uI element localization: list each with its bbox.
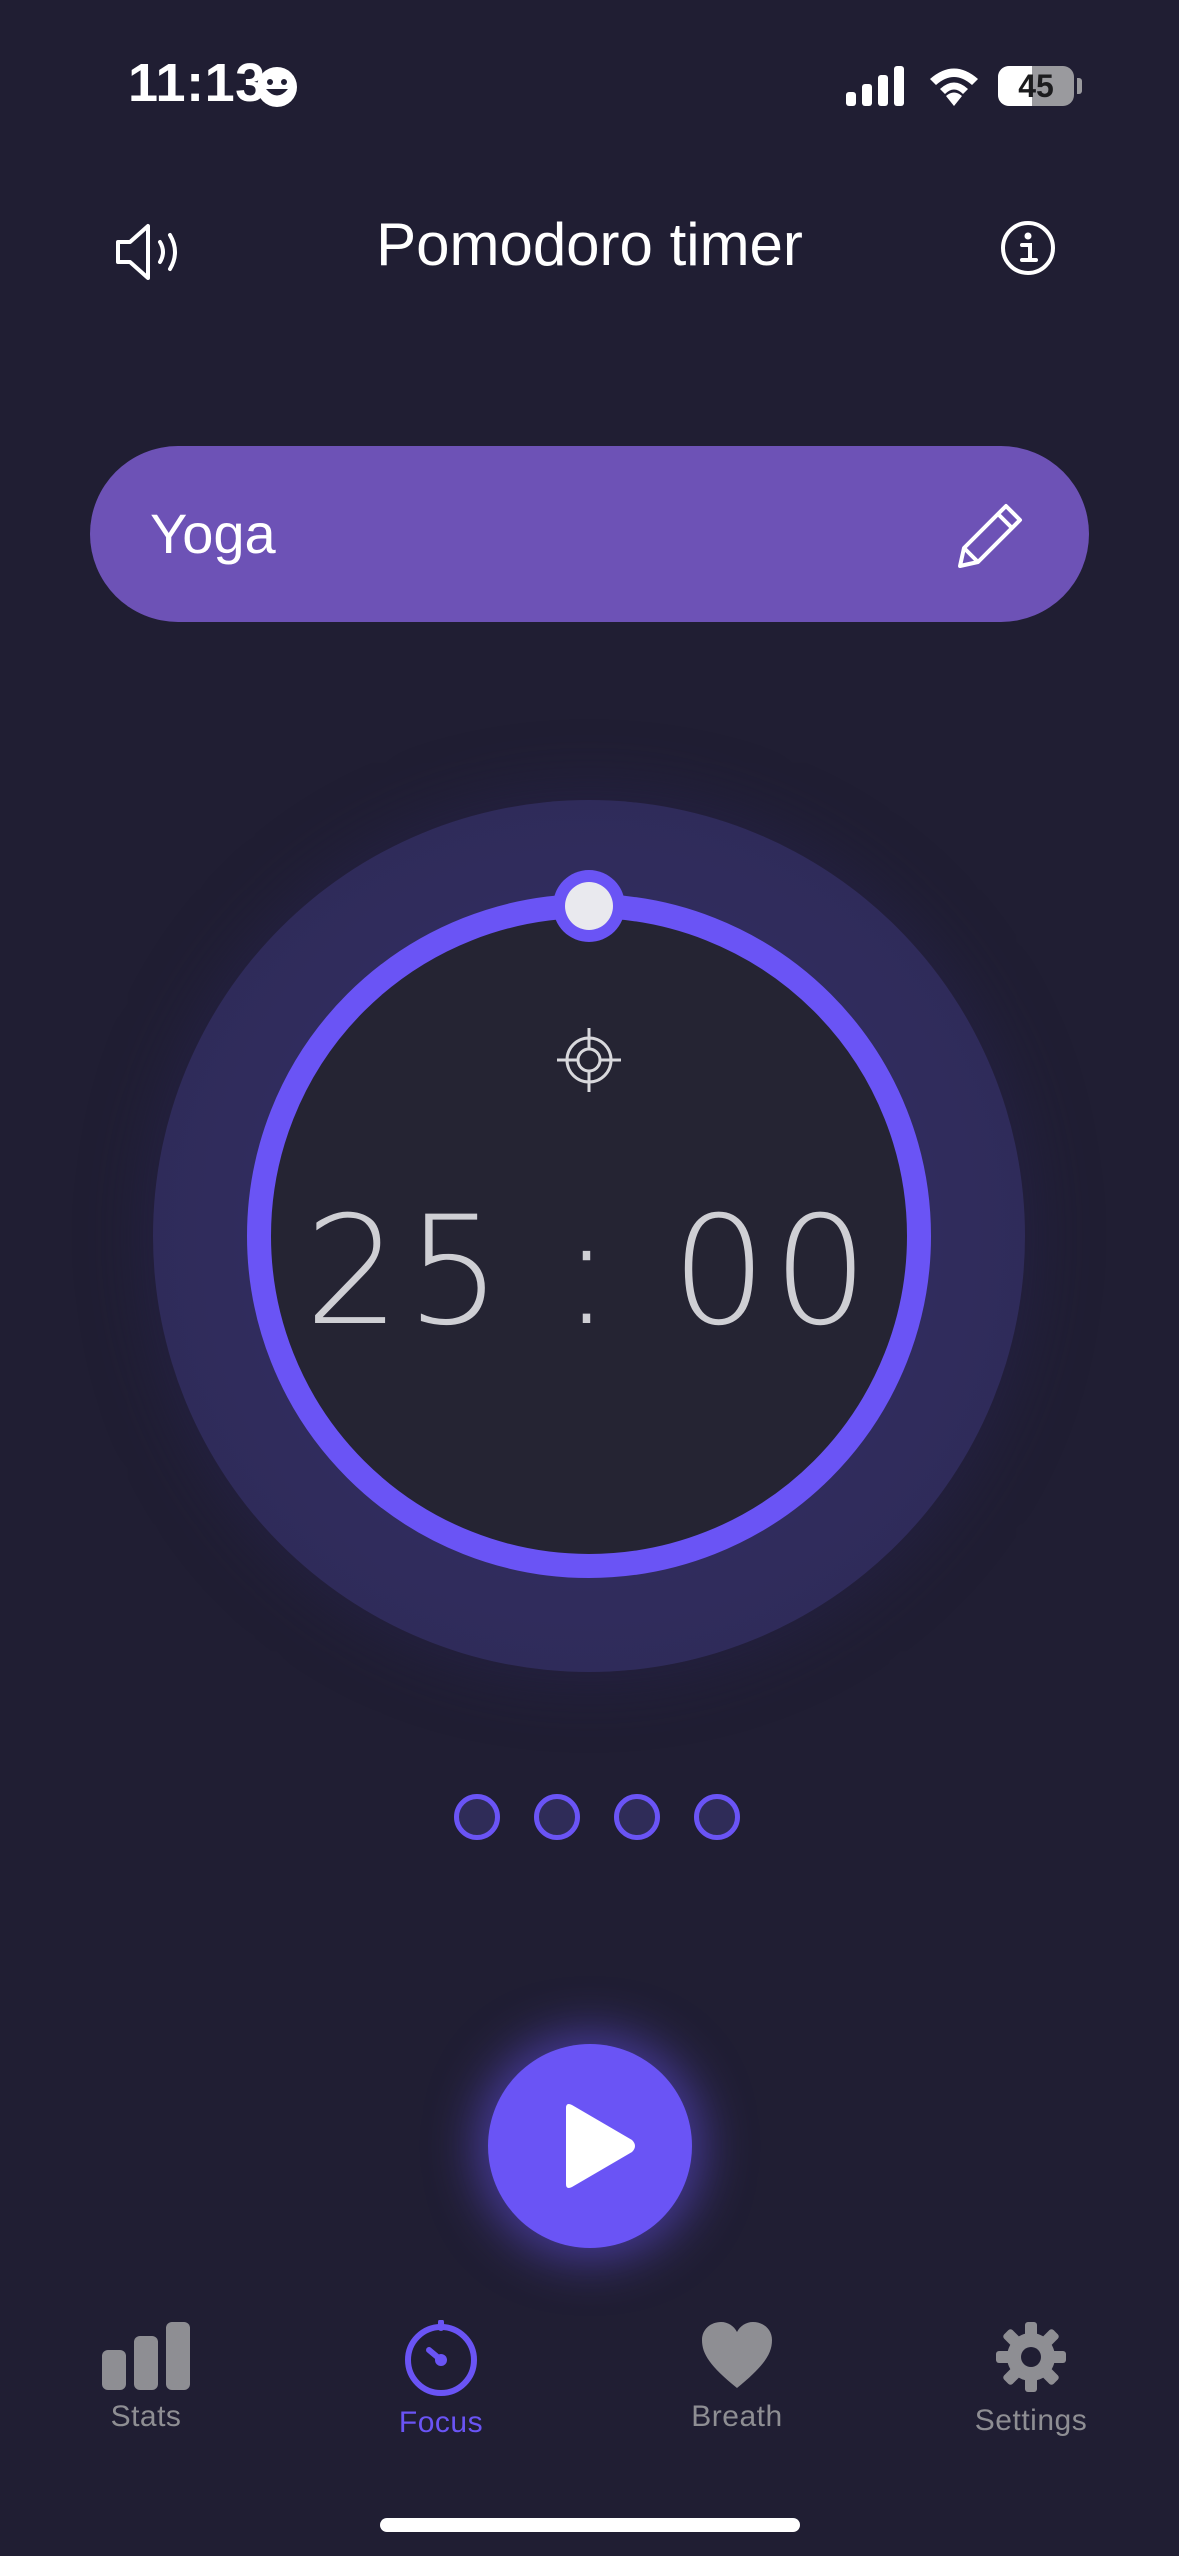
crosshair-icon xyxy=(557,1028,621,1092)
battery-cap xyxy=(1077,78,1082,94)
tab-label: Focus xyxy=(398,2406,484,2439)
timer-knob-center xyxy=(565,882,613,930)
bar-chart-icon xyxy=(102,2322,190,2390)
session-dot xyxy=(614,1794,660,1840)
session-dot xyxy=(694,1794,740,1840)
heart-icon xyxy=(702,2322,772,2388)
session-dot xyxy=(534,1794,580,1840)
pencil-icon[interactable] xyxy=(950,496,1030,576)
play-icon xyxy=(566,2104,635,2188)
timer-time: 25 : 00 xyxy=(304,1185,875,1359)
home-indicator[interactable] xyxy=(380,2518,800,2532)
task-name: Yoga xyxy=(150,502,276,565)
battery-level: 45 xyxy=(1018,68,1054,104)
tab-stats[interactable]: Stats xyxy=(36,2320,256,2434)
session-indicators xyxy=(454,1794,740,1840)
tab-breath[interactable]: Breath xyxy=(627,2320,847,2434)
wifi-icon xyxy=(930,68,978,106)
tab-label: Settings xyxy=(974,2404,1088,2437)
info-icon[interactable] xyxy=(1000,220,1056,276)
tab-focus[interactable]: Focus xyxy=(331,2320,551,2440)
status-time: 11:13 xyxy=(128,53,266,113)
battery-icon: 45 xyxy=(998,66,1074,106)
tab-label: Stats xyxy=(110,2400,182,2433)
timer-icon xyxy=(405,2320,477,2396)
cellular-signal-icon xyxy=(846,66,904,106)
gear-icon xyxy=(996,2322,1066,2392)
tab-label: Breath xyxy=(691,2400,783,2433)
smiley-face-icon xyxy=(257,67,297,107)
pomodoro-screen: 11:13 45 Pomodoro timer Yoga 25: 00 Sta… xyxy=(0,0,1179,2556)
tab-settings[interactable]: Settings xyxy=(921,2320,1141,2438)
play-button[interactable] xyxy=(488,2044,692,2248)
task-name-field[interactable]: Yoga xyxy=(90,446,1089,622)
session-dot xyxy=(454,1794,500,1840)
